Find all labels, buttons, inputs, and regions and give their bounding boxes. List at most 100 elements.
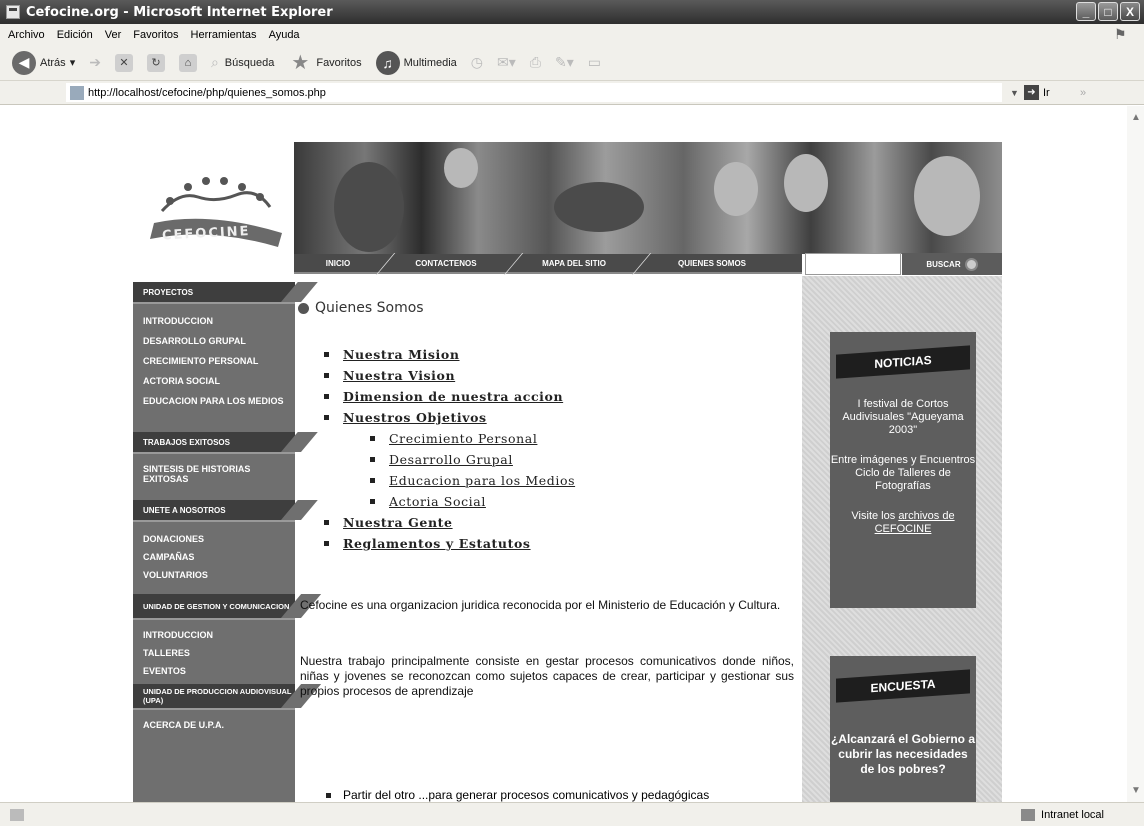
refresh-button[interactable]: ↻	[146, 53, 165, 72]
search-toolbar-button[interactable]: ⌕ Búsqueda	[211, 54, 274, 71]
link-crecimiento-personal[interactable]: Crecimiento Personal	[389, 431, 537, 446]
menu-edicion[interactable]: Edición	[57, 29, 93, 41]
news-item-festival[interactable]: I festival de Cortos Audivisuales "Aguey…	[830, 398, 976, 437]
menu-archivo[interactable]: Archivo	[8, 29, 45, 41]
menu-herramientas[interactable]: Herramientas	[191, 29, 257, 41]
list-item: Partir del otro ...para generar procesos…	[326, 788, 709, 802]
square-bullet-icon	[370, 457, 375, 462]
favorites-label: Favoritos	[316, 56, 362, 69]
stop-button[interactable]: ✕	[114, 53, 133, 72]
address-dropdown-icon[interactable]: ▼	[1010, 88, 1019, 98]
link-nuestra-vision[interactable]: Nuestra Vision	[343, 368, 455, 383]
sidebar-head-proyectos[interactable]: PROYECTOS	[133, 282, 295, 304]
sidebar-item-desarrollo-grupal[interactable]: DESARROLLO GRUPAL	[133, 336, 295, 356]
window-controls: _ □ X	[1076, 2, 1140, 21]
sidebar-head-unete[interactable]: UNETE A NOSOTROS	[133, 500, 295, 522]
search-icon: ⌕	[210, 54, 219, 70]
sidebar-item-talleres[interactable]: TALLERES	[133, 648, 295, 666]
nav-mapa-del-sitio[interactable]: MAPA DEL SITIO	[510, 253, 638, 273]
square-bullet-icon	[370, 436, 375, 441]
nav-inicio[interactable]: INICIO	[294, 253, 382, 273]
menu-ver[interactable]: Ver	[105, 29, 122, 41]
square-bullet-icon	[324, 415, 329, 420]
print-icon[interactable]: ⎙	[530, 54, 541, 71]
sidebar-item-acerca-upa[interactable]: ACERCA DE U.P.A.	[133, 720, 295, 738]
sidebar-head-unidad-produccion[interactable]: UNIDAD DE PRODUCCION AUDIOVISUAL (UPA)	[133, 684, 295, 710]
standard-toolbar: ◀ Atrás ▾ ➔ ✕ ↻ ⌂ ⌕ Búsqueda ★ Favoritos…	[0, 45, 1144, 81]
list-item: Dimension de nuestra accion	[324, 386, 575, 407]
sidebar-item-voluntarios[interactable]: VOLUNTARIOS	[133, 570, 295, 588]
list-item: Desarrollo Grupal	[324, 449, 575, 470]
close-button[interactable]: X	[1120, 2, 1140, 21]
square-bullet-icon	[326, 792, 331, 798]
list-item: Nuestra Gente	[324, 512, 575, 533]
title-bar: Cefocine.org - Microsoft Internet Explor…	[0, 0, 1144, 24]
links-chevron-icon[interactable]: »	[1080, 87, 1086, 99]
sidebar-item-actoria-social[interactable]: ACTORIA SOCIAL	[133, 376, 295, 396]
media-icon: ♫	[375, 50, 400, 75]
zone-label: Intranet local	[1041, 808, 1104, 821]
news-item-talleres[interactable]: Entre imágenes y Encuentros Ciclo de Tal…	[830, 454, 976, 493]
main-navigation: INICIO CONTACTENOS MAPA DEL SITIO QUIENE…	[294, 254, 802, 274]
visit-prefix: Visite los	[851, 510, 896, 522]
minimize-button[interactable]: _	[1076, 2, 1096, 21]
history-icon[interactable]: ◷	[471, 54, 483, 71]
quienes-somos-links: Nuestra Mision Nuestra Vision Dimension …	[324, 344, 575, 554]
nav-quienes-somos[interactable]: QUIENES SOMOS	[638, 253, 786, 273]
ie-window-icon[interactable]	[6, 5, 20, 19]
sidebar-item-donaciones[interactable]: DONACIONES	[133, 534, 295, 552]
link-educacion-medios[interactable]: Educacion para los Medios	[389, 473, 575, 488]
scroll-up-icon[interactable]: ▲	[1131, 112, 1141, 123]
sidebar-item-introduccion[interactable]: INTRODUCCION	[133, 316, 295, 336]
vertical-scrollbar[interactable]: ▲ ▼	[1127, 106, 1144, 802]
square-bullet-icon	[324, 394, 329, 399]
link-nuestra-mision[interactable]: Nuestra Mision	[343, 347, 460, 362]
square-bullet-icon	[324, 352, 329, 357]
forward-button[interactable]: ➔	[89, 54, 101, 71]
search-label: Búsqueda	[224, 56, 275, 69]
list-item: Crecimiento Personal	[324, 428, 575, 449]
list-item: Nuestra Vision	[324, 365, 575, 386]
site-search-button[interactable]: BUSCAR	[902, 253, 1002, 275]
page-title: Quienes Somos	[315, 300, 424, 316]
nav-contactenos[interactable]: CONTACTENOS	[382, 253, 510, 273]
edit-icon[interactable]: ✎▾	[555, 54, 574, 71]
bottom-bullet-text: Partir del otro ...para generar procesos…	[343, 788, 710, 802]
link-reglamentos[interactable]: Reglamentos y Estatutos	[343, 536, 531, 551]
sidebar-head-trabajos-exitosos[interactable]: TRABAJOS EXITOSOS	[133, 432, 295, 454]
sidebar-item-educacion-medios[interactable]: EDUCACION PARA LOS MEDIOS	[133, 396, 295, 426]
scroll-down-icon[interactable]: ▼	[1131, 785, 1141, 796]
back-button[interactable]: ◀ Atrás ▾	[0, 50, 76, 75]
site-search-input[interactable]	[805, 253, 901, 275]
sidebar-head-unidad-gestion[interactable]: UNIDAD DE GESTION Y COMUNICACION	[133, 594, 295, 620]
mail-icon[interactable]: ✉▾	[497, 54, 516, 71]
link-actoria-social[interactable]: Actoria Social	[389, 494, 486, 509]
link-nuestra-gente[interactable]: Nuestra Gente	[343, 515, 453, 530]
link-desarrollo-grupal[interactable]: Desarrollo Grupal	[389, 452, 513, 467]
home-button[interactable]: ⌂	[178, 53, 197, 72]
encuesta-title: ENCUESTA	[836, 669, 970, 703]
favorites-button[interactable]: ★ Favoritos	[288, 51, 361, 75]
square-bullet-icon	[370, 478, 375, 483]
cefocine-logo[interactable]: CEFOCINE	[140, 161, 290, 261]
back-dropdown-icon[interactable]: ▾	[70, 56, 76, 69]
discuss-icon[interactable]: ▭	[588, 54, 601, 71]
go-button[interactable]: Ir	[1043, 87, 1050, 99]
menu-ayuda[interactable]: Ayuda	[269, 29, 300, 41]
sidebar-item-campanas[interactable]: CAMPAÑAS	[133, 552, 295, 570]
back-label: Atrás	[40, 56, 66, 69]
sidebar-item-crecimiento-personal[interactable]: CRECIMIENTO PERSONAL	[133, 356, 295, 376]
media-button[interactable]: ♫ Multimedia	[375, 50, 457, 75]
sidebar-item-eventos[interactable]: EVENTOS	[133, 666, 295, 684]
address-input[interactable]: http://localhost/cefocine/php/quienes_so…	[66, 83, 1002, 102]
link-dimension-accion[interactable]: Dimension de nuestra accion	[343, 389, 563, 404]
menu-favoritos[interactable]: Favoritos	[133, 29, 178, 41]
magnifier-icon	[964, 257, 978, 271]
go-arrow-icon[interactable]: ➜	[1024, 85, 1039, 100]
sidebar-item-introduccion-2[interactable]: INTRODUCCION	[133, 630, 295, 648]
noticias-body: I festival de Cortos Audivisuales "Aguey…	[830, 398, 976, 536]
encuesta-question[interactable]: ¿Alcanzará el Gobierno a cubrir las nece…	[830, 732, 976, 777]
link-nuestros-objetivos[interactable]: Nuestros Objetivos	[343, 410, 487, 425]
maximize-button[interactable]: □	[1098, 2, 1118, 21]
sidebar-item-sintesis-historias[interactable]: SINTESIS DE HISTORIAS EXITOSAS	[133, 464, 295, 500]
